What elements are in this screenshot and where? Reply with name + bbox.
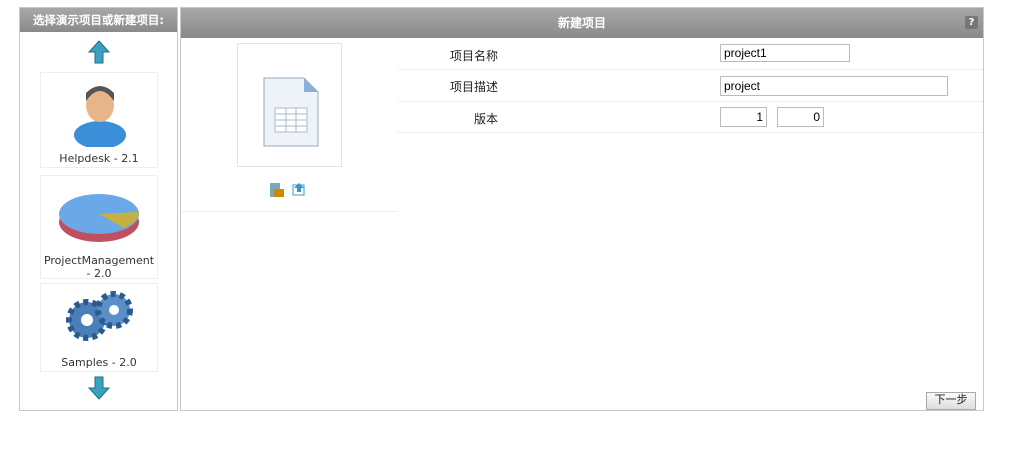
gears-icon <box>66 291 133 341</box>
project-thumbnail <box>237 43 342 167</box>
next-step-button[interactable]: 下一步 <box>926 392 976 410</box>
project-name-row: 项目名称 <box>398 39 983 70</box>
scroll-up-arrow-icon[interactable] <box>88 40 110 64</box>
version-label: 版本 <box>473 112 498 126</box>
scroll-down-arrow-icon[interactable] <box>88 376 110 400</box>
project-desc-input[interactable] <box>720 76 948 96</box>
project-selector-panel: 选择演示项目或新建项目: Helpdesk - 2.1 ProjectManag… <box>19 7 178 411</box>
project-name-label: 项目名称 <box>449 49 498 63</box>
spreadsheet-file-icon <box>263 77 319 147</box>
help-button[interactable]: ? <box>965 16 978 29</box>
divider <box>181 211 398 212</box>
project-name-input[interactable] <box>720 44 850 62</box>
project-item-samples[interactable]: Samples - 2.0 <box>40 283 158 372</box>
upload-icon[interactable] <box>292 182 306 196</box>
pie-chart-icon <box>59 194 139 242</box>
version-minor-input[interactable] <box>777 107 824 127</box>
project-item-projectmanagement[interactable]: ProjectManagement - 2.0 <box>40 175 158 280</box>
new-project-panel: 新建项目? 项目名称 项目描述 版本 下一步 <box>180 7 984 411</box>
change-image-icon[interactable] <box>269 182 285 198</box>
panel-header: 新建项目? <box>181 8 983 38</box>
project-desc-row: 项目描述 <box>398 70 983 102</box>
project-item-helpdesk[interactable]: Helpdesk - 2.1 <box>40 72 158 168</box>
version-major-input[interactable] <box>720 107 767 127</box>
user-icon <box>74 86 126 149</box>
panel-title: 新建项目 <box>557 16 606 30</box>
panel-title: 选择演示项目或新建项目: <box>20 8 177 32</box>
project-desc-label: 项目描述 <box>449 80 498 94</box>
version-row: 版本 <box>398 102 983 133</box>
